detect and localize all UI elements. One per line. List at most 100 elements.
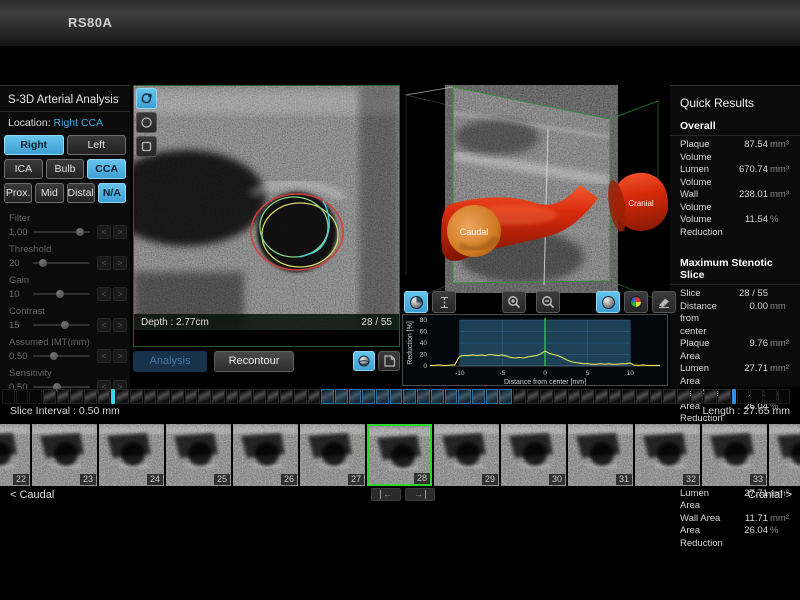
- slider-track[interactable]: [33, 231, 90, 233]
- micro-slice-cell[interactable]: [116, 389, 129, 404]
- micro-slice-cell[interactable]: [321, 389, 334, 404]
- slider-track[interactable]: [33, 293, 90, 295]
- location-button-right[interactable]: Right: [4, 135, 64, 155]
- location-button-prox[interactable]: Prox.: [4, 183, 32, 203]
- reduction-chart[interactable]: 020406080-10-50510Distance from center […: [403, 315, 667, 385]
- micro-slice-cell[interactable]: [239, 389, 252, 404]
- micro-slice-cell[interactable]: [390, 389, 403, 404]
- slice-thumbnail[interactable]: [769, 424, 800, 486]
- micro-slice-cell[interactable]: [335, 389, 348, 404]
- micro-slice-cell[interactable]: [57, 389, 70, 404]
- analysis-button[interactable]: Analysis: [133, 351, 207, 372]
- volume-3d-view[interactable]: Caudal Cranial: [402, 85, 668, 313]
- micro-slice-cell[interactable]: [554, 389, 567, 404]
- slider-knob[interactable]: [76, 228, 84, 236]
- ellipse-contour-tool-button[interactable]: [136, 112, 157, 133]
- slice-thumbnail-22[interactable]: 22: [0, 424, 30, 486]
- slider-knob[interactable]: [61, 321, 69, 329]
- slice-thumbnail-31[interactable]: 31: [568, 424, 633, 486]
- slider-increment-button[interactable]: >: [113, 225, 127, 239]
- micro-slice-cell[interactable]: [431, 389, 444, 404]
- micro-slice-cell[interactable]: [540, 389, 553, 404]
- slice-thumbnail-24[interactable]: 24: [99, 424, 164, 486]
- slider-decrement-button[interactable]: <: [97, 287, 111, 301]
- sculpt-tool-button[interactable]: [652, 291, 676, 313]
- layout-toggle-button[interactable]: [378, 351, 400, 371]
- micro-slice-cell[interactable]: [663, 389, 676, 404]
- location-button-distal[interactable]: Distal: [67, 183, 95, 203]
- micro-slice-cell[interactable]: [499, 389, 512, 404]
- micro-slice-cell[interactable]: [349, 389, 362, 404]
- trace-contour-tool-button[interactable]: [136, 88, 157, 109]
- range-marker-caudal[interactable]: [111, 389, 115, 404]
- micro-slice-cell[interactable]: [636, 389, 649, 404]
- micro-slice-cell[interactable]: [622, 389, 635, 404]
- location-button-ica[interactable]: ICA: [4, 159, 43, 179]
- location-button-cca[interactable]: CCA: [87, 159, 126, 179]
- slice-thumbnail-25[interactable]: 25: [166, 424, 231, 486]
- slider-increment-button[interactable]: >: [113, 349, 127, 363]
- micro-slice-cell[interactable]: [362, 389, 375, 404]
- slider-increment-button[interactable]: >: [113, 287, 127, 301]
- ultrasound-transverse-image[interactable]: Depth : 2.77cm 28 / 55: [134, 86, 399, 330]
- range-marker-cranial[interactable]: [732, 389, 736, 404]
- micro-slice-cell[interactable]: [144, 389, 157, 404]
- slider-track[interactable]: [33, 324, 90, 326]
- micro-slice-cell[interactable]: [737, 389, 750, 404]
- slice-thumbnail-30[interactable]: 30: [501, 424, 566, 486]
- micro-slice-cell[interactable]: [70, 389, 83, 404]
- recontour-button[interactable]: Recontour: [214, 351, 294, 372]
- micro-slice-cell[interactable]: [609, 389, 622, 404]
- zoom-in-button[interactable]: [502, 291, 526, 313]
- micro-slice-cell[interactable]: [294, 389, 307, 404]
- micro-slice-cell[interactable]: [267, 389, 280, 404]
- micro-slice-cell[interactable]: [718, 389, 731, 404]
- slider-track[interactable]: [33, 386, 90, 388]
- slider-knob[interactable]: [50, 352, 58, 360]
- micro-slice-cell[interactable]: [29, 389, 42, 404]
- slice-thumbnail-33[interactable]: 33: [702, 424, 767, 486]
- micro-slice-cell[interactable]: [595, 389, 608, 404]
- slider-increment-button[interactable]: >: [113, 256, 127, 270]
- slider-track[interactable]: [33, 262, 90, 264]
- go-to-last-slice-button[interactable]: →: [405, 488, 435, 501]
- micro-slice-cell[interactable]: [750, 389, 763, 404]
- location-button-mid[interactable]: Mid: [35, 183, 63, 203]
- color-map-button[interactable]: [624, 291, 648, 313]
- slider-track[interactable]: [33, 355, 90, 357]
- go-to-first-slice-button[interactable]: ←: [371, 488, 401, 501]
- render-mode-button[interactable]: [596, 291, 620, 313]
- micro-slice-cell[interactable]: [253, 389, 266, 404]
- micro-slice-cell[interactable]: [157, 389, 170, 404]
- micro-slice-cell[interactable]: [2, 389, 15, 404]
- zoom-out-button[interactable]: [536, 291, 560, 313]
- slice-thumbnail-27[interactable]: 27: [300, 424, 365, 486]
- slider-decrement-button[interactable]: <: [97, 256, 111, 270]
- micro-slice-cell[interactable]: [185, 389, 198, 404]
- micro-slice-cell[interactable]: [458, 389, 471, 404]
- micro-slice-cell[interactable]: [486, 389, 499, 404]
- micro-slice-cell[interactable]: [403, 389, 416, 404]
- micro-slice-cell[interactable]: [472, 389, 485, 404]
- slice-thumbnail-29[interactable]: 29: [434, 424, 499, 486]
- micro-slice-cell[interactable]: [691, 389, 704, 404]
- micro-slice-cell[interactable]: [43, 389, 56, 404]
- slider-knob[interactable]: [56, 290, 64, 298]
- slider-decrement-button[interactable]: <: [97, 349, 111, 363]
- micro-slice-cell[interactable]: [764, 389, 777, 404]
- slider-knob[interactable]: [39, 259, 47, 267]
- micro-slice-cell[interactable]: [417, 389, 430, 404]
- location-button-bulb[interactable]: Bulb: [46, 159, 85, 179]
- micro-slice-cell[interactable]: [84, 389, 97, 404]
- micro-slice-cell[interactable]: [677, 389, 690, 404]
- micro-slice-cell[interactable]: [704, 389, 717, 404]
- micro-slice-cell[interactable]: [513, 389, 526, 404]
- slider-decrement-button[interactable]: <: [97, 318, 111, 332]
- micro-slice-cell[interactable]: [171, 389, 184, 404]
- micro-slice-cell[interactable]: [581, 389, 594, 404]
- micro-slice-cell[interactable]: [650, 389, 663, 404]
- micro-slice-cell[interactable]: [445, 389, 458, 404]
- slider-increment-button[interactable]: >: [113, 318, 127, 332]
- location-button-left[interactable]: Left: [67, 135, 127, 155]
- micro-slice-cell[interactable]: [280, 389, 293, 404]
